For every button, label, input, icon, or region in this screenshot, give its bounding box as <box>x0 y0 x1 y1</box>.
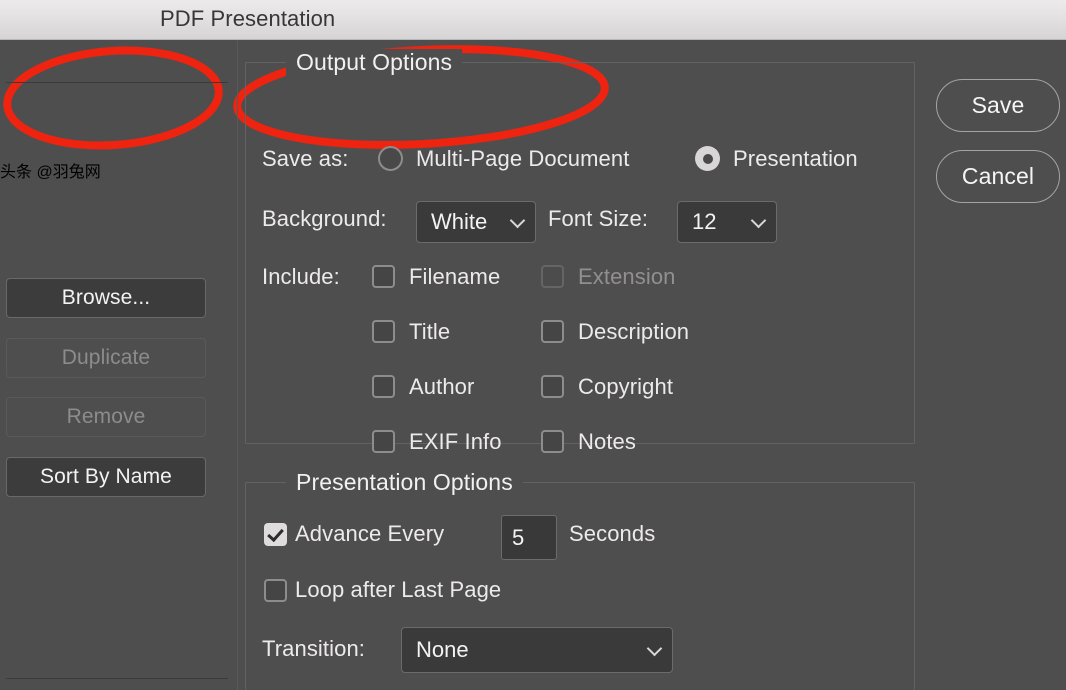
checkbox-copyright[interactable] <box>541 375 564 398</box>
background-select-value: White <box>431 209 488 234</box>
radio-presentation-label: Presentation <box>733 146 858 171</box>
include-label: Include: <box>262 264 340 289</box>
font-size-select[interactable]: 12 <box>677 201 777 243</box>
advance-seconds-input[interactable]: 5 <box>501 515 557 560</box>
checkbox-filename[interactable] <box>372 265 395 288</box>
duplicate-button: Duplicate <box>6 338 206 378</box>
dialog-body: Browse... Duplicate Remove Sort By Name … <box>0 41 1066 690</box>
checkbox-title-label: Title <box>409 319 451 344</box>
radio-presentation[interactable] <box>695 146 720 171</box>
sidebar-divider-top <box>6 82 228 83</box>
pdf-presentation-dialog: PDF Presentation Browse... Duplicate Rem… <box>0 0 1066 690</box>
radio-multi-page-document[interactable] <box>378 146 403 171</box>
options-pane: Output Options Save as: Multi-Page Docum… <box>238 41 1066 690</box>
checkbox-copyright-label: Copyright <box>578 374 674 399</box>
checkbox-notes[interactable] <box>541 430 564 453</box>
font-size-select-value: 12 <box>692 209 717 234</box>
save-button-label: Save <box>971 92 1025 118</box>
background-select[interactable]: White <box>416 201 536 243</box>
chevron-down-icon <box>648 643 662 657</box>
checkbox-description[interactable] <box>541 320 564 343</box>
remove-button: Remove <box>6 397 206 437</box>
chevron-down-icon <box>752 215 766 229</box>
duplicate-button-label: Duplicate <box>61 346 151 369</box>
advance-seconds-value: 5 <box>512 524 525 550</box>
sort-by-name-button[interactable]: Sort By Name <box>6 457 206 497</box>
remove-button-label: Remove <box>66 405 146 428</box>
checkbox-advance-every[interactable] <box>264 523 287 546</box>
background-label: Background: <box>262 206 387 231</box>
cancel-button-label: Cancel <box>961 163 1035 189</box>
sort-by-name-button-label: Sort By Name <box>40 465 172 488</box>
checkbox-loop-after-last-page[interactable] <box>264 579 287 602</box>
save-as-label: Save as: <box>262 146 349 171</box>
output-options-legend: Output Options <box>286 49 463 76</box>
checkbox-filename-label: Filename <box>409 264 501 289</box>
checkbox-exif-info-label: EXIF Info <box>409 429 502 454</box>
checkbox-notes-label: Notes <box>578 429 636 454</box>
presentation-options-legend: Presentation Options <box>286 469 523 496</box>
checkbox-description-label: Description <box>578 319 690 344</box>
checkbox-author[interactable] <box>372 375 395 398</box>
transition-select-value: None <box>416 637 469 662</box>
browse-button-label: Browse... <box>61 286 151 309</box>
checkbox-advance-every-label: Advance Every <box>295 521 445 546</box>
sidebar-divider-bottom <box>6 678 228 679</box>
checkbox-title[interactable] <box>372 320 395 343</box>
sidebar: Browse... Duplicate Remove Sort By Name <box>0 41 238 690</box>
radio-multi-page-document-label: Multi-Page Document <box>416 146 630 171</box>
browse-button[interactable]: Browse... <box>6 278 206 318</box>
checkbox-extension-label: Extension <box>578 264 676 289</box>
checkbox-exif-info[interactable] <box>372 430 395 453</box>
seconds-unit-label: Seconds <box>569 521 656 546</box>
transition-select[interactable]: None <box>401 627 673 673</box>
transition-label: Transition: <box>262 636 365 661</box>
checkbox-extension <box>541 265 564 288</box>
window-titlebar: PDF Presentation <box>0 0 1066 40</box>
font-size-label: Font Size: <box>548 206 649 231</box>
chevron-down-icon <box>511 215 525 229</box>
save-button[interactable]: Save <box>936 79 1060 132</box>
cancel-button[interactable]: Cancel <box>936 150 1060 203</box>
checkbox-loop-after-last-page-label: Loop after Last Page <box>295 577 502 602</box>
checkbox-author-label: Author <box>409 374 475 399</box>
window-title: PDF Presentation <box>160 6 336 31</box>
